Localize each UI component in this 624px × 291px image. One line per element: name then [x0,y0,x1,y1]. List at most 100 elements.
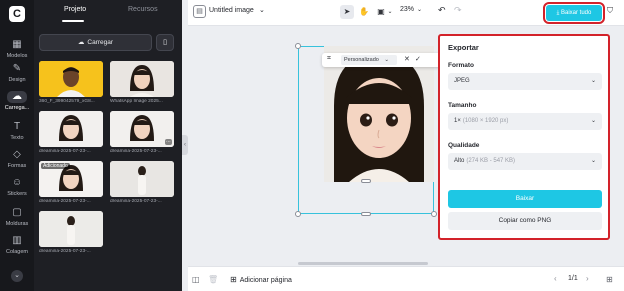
rail-item-texto[interactable]: T Texto [0,118,34,148]
resize-handle[interactable] [431,211,437,217]
asset-thumbnail [39,211,103,247]
crop-icon[interactable]: ⌗ [327,55,331,63]
asset-caption: dreamina-2025-07-23-... [39,249,91,254]
rail-item-label: Texto [10,135,24,141]
asset-thumbnail: ⋯ [110,111,174,147]
asset-thumbnail [39,111,103,147]
format-label: Formato [448,62,474,69]
asset-caption: 360_F_399042579_xG8... [39,99,95,104]
asset-item[interactable]: Adicionado dreamina-2025-07-23-... [39,161,103,204]
select-tool-icon[interactable]: ➤ [340,5,354,19]
crop-preset-label: Personalizado [344,57,379,63]
grid-view-icon[interactable]: ⊞ [606,275,613,284]
phone-icon: ▯ [163,39,167,46]
resize-handle[interactable] [361,212,371,216]
redo-icon[interactable]: ↷ [454,5,462,16]
rail-item-carregar[interactable]: ☁ Carrega... [0,88,34,118]
asset-caption: dreamina-2025-07-23-... [39,149,91,154]
rail-item-formas[interactable]: ◇ Formas [0,146,34,176]
top-bar: ▤ Untitled image ⌄ ➤ ✋ ▣ ⌄ 23% ⌄ ↶ ↷ ⤓ B… [188,0,624,26]
rail-item-molduras[interactable]: ▢ Molduras [0,204,34,234]
upload-button-label: Carregar [87,39,114,46]
format-select[interactable]: JPEG ⌄ [448,73,602,90]
add-page-button[interactable]: ⊞ Adicionar página [230,275,292,284]
crop-preset-select[interactable]: Personalizado ⌄ [341,55,397,65]
add-page-label: Adicionar página [239,277,292,284]
rail-item-label: Colagem [5,249,28,255]
layers-icon[interactable]: ◫ [192,275,200,284]
asset-caption: dreamina-2025-07-23-... [110,149,162,154]
export-panel: Exportar Formato JPEG ⌄ Tamanho 1× (1080 … [438,34,610,240]
chevron-down-icon[interactable]: ⌄ [386,5,394,19]
frame-icon: ▢ [12,207,22,218]
format-value: JPEG [454,78,470,84]
undo-icon[interactable]: ↶ [438,5,446,16]
close-icon[interactable]: ✕ [404,55,410,63]
shapes-icon: ◇ [13,149,21,160]
asset-thumbnail [110,161,174,197]
chevron-down-icon: ⌄ [384,57,389,63]
rail-item-stickers[interactable]: ☺ Stickers [0,174,34,204]
page-indicator: 1/1 [568,275,578,282]
document-title[interactable]: Untitled image [209,7,254,14]
tab-recursos[interactable]: Recursos [128,6,158,13]
asset-item[interactable]: dreamina-2025-07-23-... [39,211,103,254]
chevron-down-icon: ⌄ [590,118,596,124]
app-logo-icon[interactable]: C [9,6,25,22]
asset-caption: WhatsApp Image 2025... [110,99,163,104]
asset-caption: dreamina-2025-07-23-... [39,199,91,204]
download-all-button[interactable]: ⤓ Baixar tudo [543,2,605,24]
collapse-rail-icon[interactable]: ⌄ [11,270,23,282]
asset-item[interactable]: ⋯ dreamina-2025-07-23-... [110,111,174,154]
panel-tabs: Projeto Recursos [34,0,182,24]
child-photo [39,111,103,147]
download-button[interactable]: Baixar [448,190,602,208]
rail-item-label: Molduras [5,221,29,227]
chevron-down-icon[interactable]: ⌄ [259,6,265,14]
rail-item-design[interactable]: ✎ Design [0,60,34,90]
chevron-left-icon[interactable]: ‹ [554,274,557,283]
quality-value: Alto [454,158,465,164]
delete-icon[interactable]: 🗑 [208,275,218,284]
chevron-right-icon[interactable]: › [586,274,589,283]
tab-projeto[interactable]: Projeto [64,6,86,13]
added-badge: Adicionado [41,163,70,169]
upload-button[interactable]: ☁ Carregar [39,34,152,51]
asset-item[interactable]: dreamina-2025-07-23-... [39,111,103,154]
resize-handle[interactable] [295,211,301,217]
chevron-down-icon[interactable]: ⌄ [417,6,422,13]
horizontal-scrollbar[interactable] [298,262,428,265]
resize-handle[interactable] [295,43,301,49]
text-icon: T [13,121,21,132]
upload-from-phone-button[interactable]: ▯ [156,34,174,51]
more-options-icon[interactable]: ⋯ [165,139,172,145]
rail-item-label: Carrega... [4,105,30,111]
shield-icon[interactable]: ⛉ [607,6,613,16]
asset-thumbnail [39,61,103,97]
rail-item-colagem[interactable]: ▥ Colagem [0,232,34,262]
quality-detail: (274 KB - 547 KB) [466,158,516,164]
asset-item[interactable]: 360_F_399042579_xG8... [39,61,103,104]
quality-select[interactable]: Alto (274 KB - 547 KB) ⌄ [448,153,602,170]
asset-item[interactable]: WhatsApp Image 2025... [110,61,174,104]
copy-as-png-button[interactable]: Copiar como PNG [448,212,602,230]
asset-item[interactable]: dreamina-2025-07-23-... [110,161,174,204]
crop-handle[interactable] [361,179,371,183]
rail-item-label: Formas [7,163,27,169]
person-illustration [39,61,103,97]
sticker-icon: ☺ [11,177,23,188]
download-all-label: Baixar tudo [560,10,592,16]
hand-tool-icon[interactable]: ✋ [357,5,371,19]
size-label: Tamanho [448,102,477,109]
zoom-level[interactable]: 23% [400,6,414,13]
check-icon[interactable]: ✓ [415,55,421,63]
size-select[interactable]: 1× (1080 × 1920 px) ⌄ [448,113,602,130]
file-menu-icon[interactable]: ▤ [193,5,206,18]
tab-underline [62,20,84,22]
upload-cloud-icon: ☁ [7,91,27,103]
asset-panel: Projeto Recursos ☁ Carregar ▯ 360_F_39904… [34,0,182,291]
rail-item-label: Design [8,77,26,83]
collage-icon: ▥ [12,235,22,246]
left-rail: C ▦ Modelos ✎ Design ☁ Carrega... T Text… [0,0,34,291]
size-detail: (1080 × 1920 px) [462,118,509,124]
